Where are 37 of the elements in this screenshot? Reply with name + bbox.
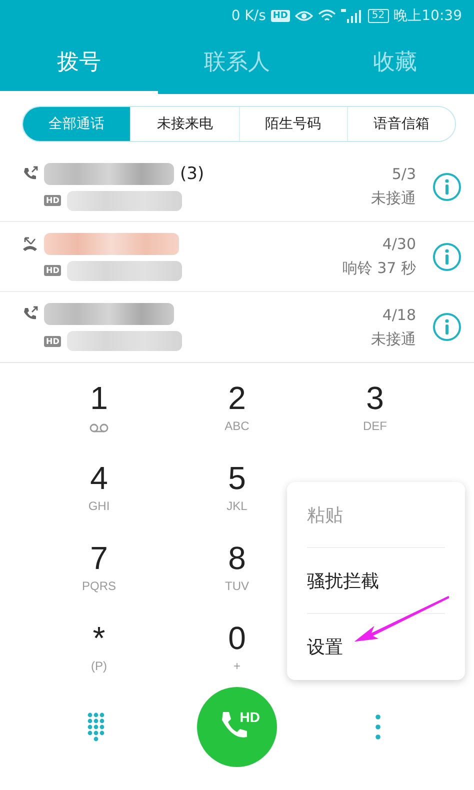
outgoing-call-icon <box>22 306 38 322</box>
call-date: 5/3 <box>390 165 416 183</box>
hd-badge: HD <box>44 265 62 276</box>
call-status: 未接通 <box>371 330 416 348</box>
hd-badge: HD <box>270 10 290 22</box>
eye-icon <box>294 10 313 22</box>
call-count: (3) <box>180 164 204 184</box>
dial-key[interactable]: 8 TUV <box>197 533 277 599</box>
call-status: 响铃 37 秒 <box>342 259 416 278</box>
hd-badge: HD <box>44 336 62 346</box>
info-button[interactable] <box>432 172 462 202</box>
call-status: 未接通 <box>371 189 416 208</box>
call-date: 4/30 <box>381 235 416 253</box>
outgoing-call-icon <box>22 166 38 182</box>
dial-key[interactable]: 4 GHI <box>59 453 139 519</box>
wifi-icon <box>318 9 336 23</box>
dial-key[interactable]: 7 PQRS <box>59 533 139 599</box>
call-date: 4/18 <box>381 306 416 324</box>
dial-key[interactable]: 1 <box>59 373 139 439</box>
voicemail-icon <box>89 423 109 433</box>
clock-time: 晚上10:39 <box>394 7 462 25</box>
dial-key[interactable]: * (P) <box>59 613 139 679</box>
dial-key[interactable]: 3 DEF <box>335 373 415 439</box>
info-button[interactable] <box>432 242 462 272</box>
network-speed: 0 K/s <box>231 8 266 24</box>
menu-item[interactable]: 设置 <box>307 614 445 680</box>
dial-key[interactable]: 2 ABC <box>197 373 277 439</box>
dialpad-icon <box>86 712 105 742</box>
more-icon <box>375 714 382 740</box>
battery-indicator: 52 <box>368 9 389 23</box>
info-button[interactable] <box>432 312 462 342</box>
filter-tab[interactable]: 语音信箱 <box>346 107 455 141</box>
rejected-call-icon <box>22 236 38 252</box>
dial-key[interactable]: 0 + <box>197 613 277 679</box>
dial-key[interactable]: 5 JKL <box>197 453 277 519</box>
hd-badge: HD <box>44 195 62 206</box>
signal-icon <box>340 9 363 23</box>
